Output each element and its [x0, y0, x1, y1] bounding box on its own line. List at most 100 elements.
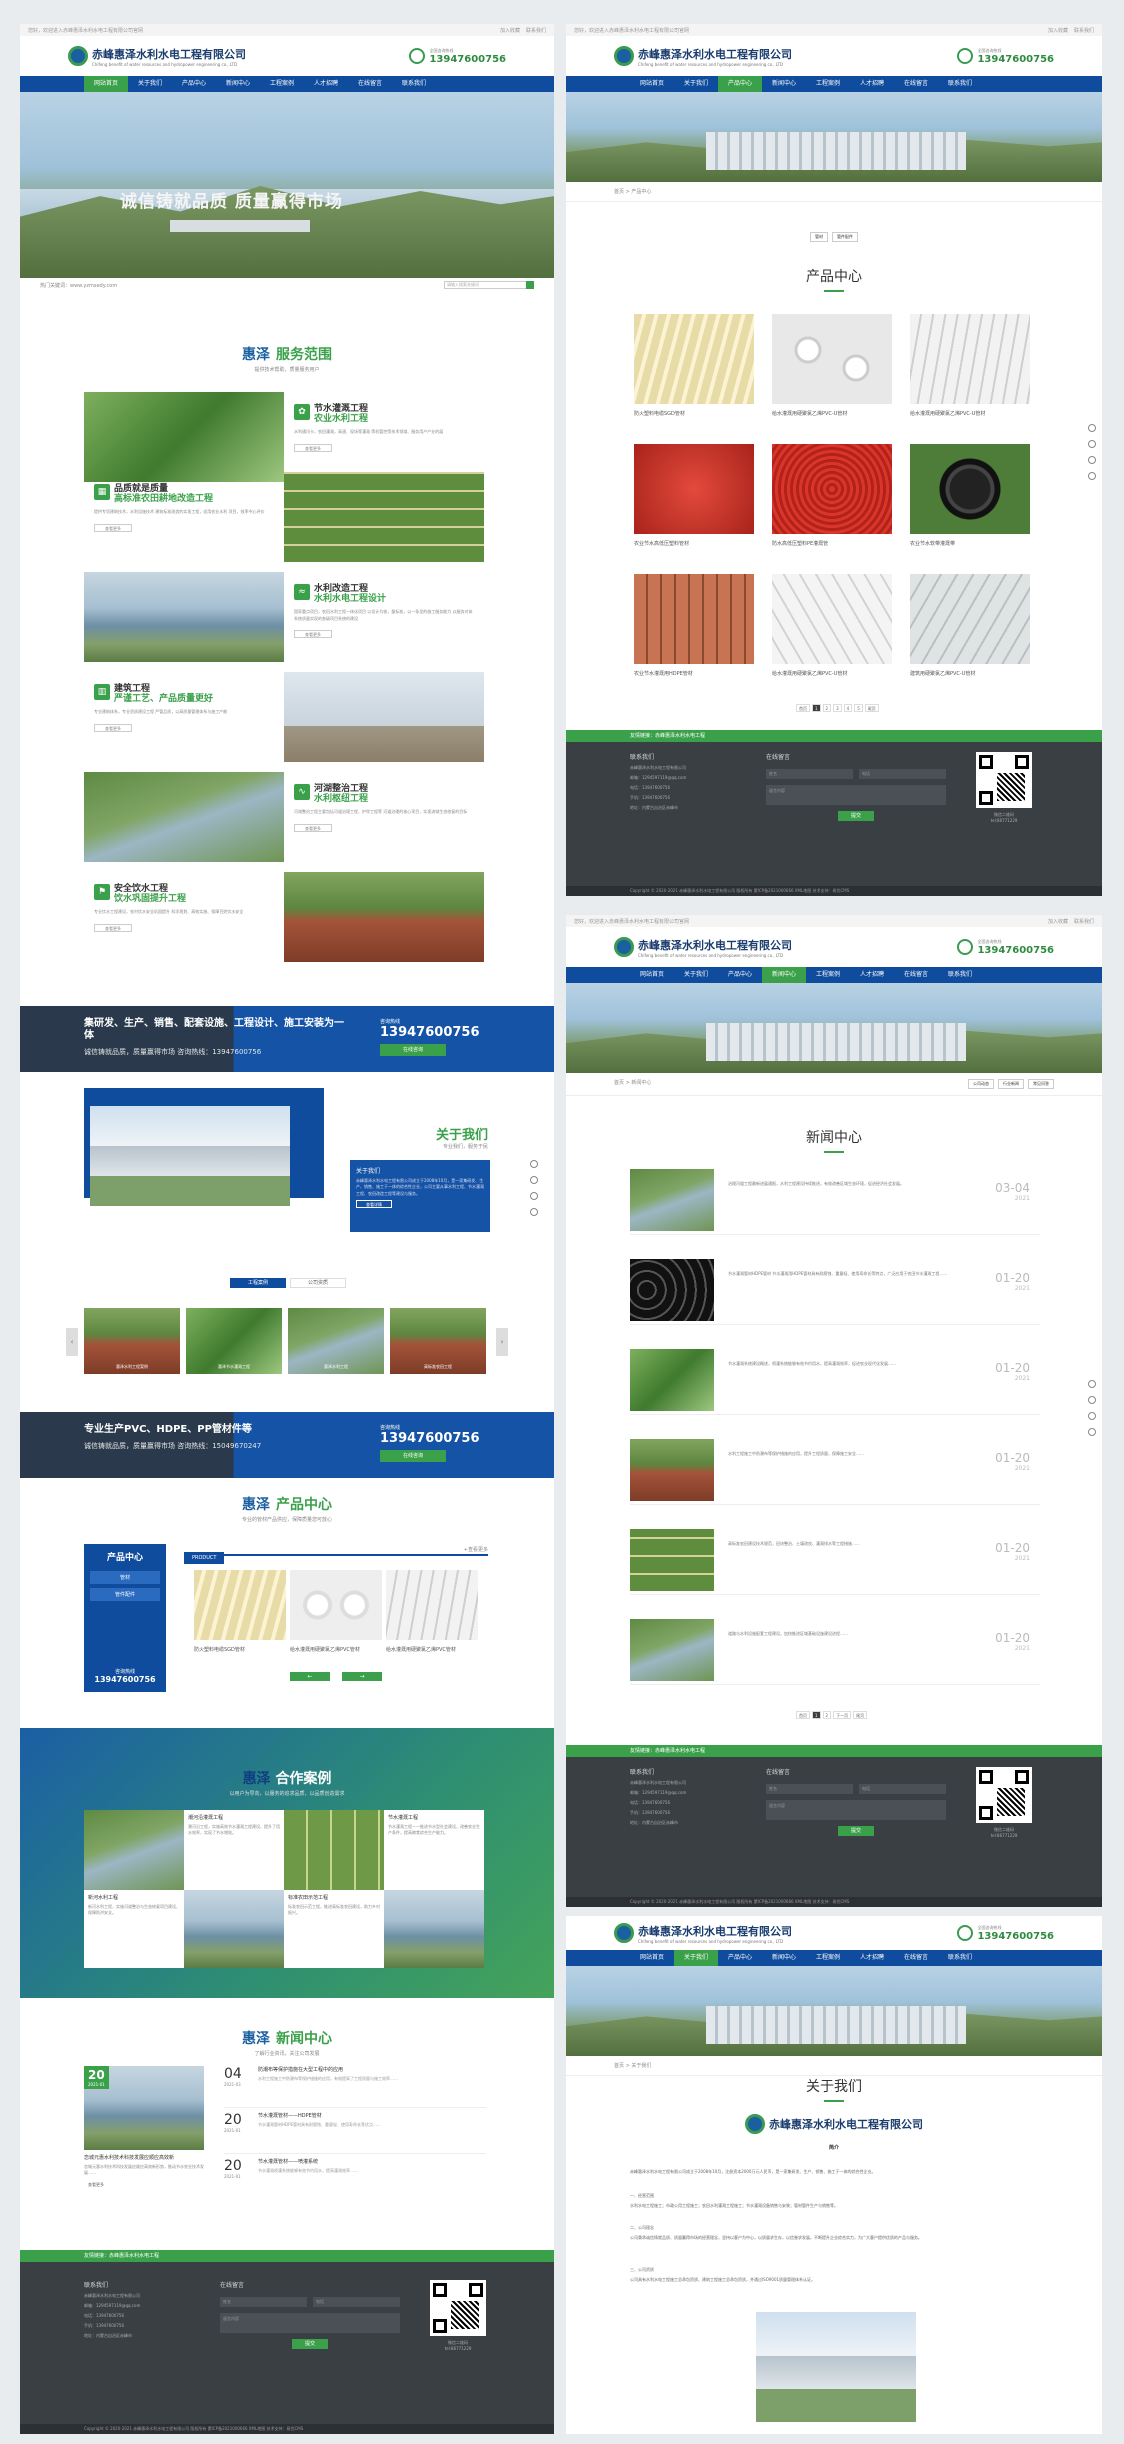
favorite-link[interactable]: 加入收藏 — [1048, 28, 1068, 34]
page-last[interactable]: 尾页 — [864, 704, 879, 712]
news-more-link[interactable]: 查看更多 — [88, 2182, 104, 2188]
more-button[interactable]: 查看更多 — [294, 823, 332, 832]
search-input[interactable]: 请输入搜索关键词 — [444, 281, 534, 289]
breadcrumb[interactable]: 首页 > 关于我们 — [566, 2056, 1102, 2076]
nav-message[interactable]: 在线留言 — [894, 1950, 938, 1966]
tag-faq[interactable]: 常见问答 — [1028, 1079, 1054, 1089]
nav-home[interactable]: 网站首页 — [630, 76, 674, 92]
top-float-icon[interactable] — [1088, 472, 1096, 480]
nav-home[interactable]: 网站首页 — [84, 76, 128, 92]
wechat-float-icon[interactable] — [1088, 456, 1096, 464]
product-prev-button[interactable]: ← — [290, 1672, 330, 1681]
nav-about[interactable]: 关于我们 — [674, 967, 718, 983]
case-image[interactable] — [84, 1810, 184, 1890]
product-more-link[interactable]: +查看更多 — [464, 1544, 488, 1556]
tab-qualification[interactable]: 公司资质 — [290, 1278, 346, 1288]
tag-pipes[interactable]: 管材 — [810, 232, 828, 242]
nav-contact[interactable]: 联系我们 — [938, 76, 982, 92]
product-card[interactable]: 农业节水高低压塑料管材 — [634, 444, 754, 547]
case-image[interactable] — [184, 1890, 284, 1968]
news-item[interactable]: 水利工程施工中防潮布等保护措施的应用，提升工程质量，保障施工安全…… 01-20 2… — [630, 1433, 1040, 1505]
product-card[interactable]: 给水灌溉用硬聚氯乙烯PVC-U管材 — [772, 314, 892, 417]
qq-float-icon[interactable] — [530, 1176, 538, 1184]
nav-news[interactable]: 新闻中心 — [216, 76, 260, 92]
top-float-icon[interactable] — [1088, 1428, 1096, 1436]
nav-jobs[interactable]: 人才招聘 — [304, 76, 348, 92]
case-thumb[interactable]: 惠泽水利工程案例 — [84, 1308, 180, 1374]
product-card[interactable]: 防水高低压塑料PE灌溉管 — [772, 444, 892, 547]
message-field[interactable]: 留言内容 — [766, 1800, 946, 1820]
case-thumb[interactable]: 惠泽水利工程 — [288, 1308, 384, 1374]
product-image[interactable] — [290, 1570, 382, 1640]
tag-fittings[interactable]: 管件配件 — [832, 232, 858, 242]
about-more-button[interactable]: 查看详情 — [356, 1200, 392, 1209]
news-list-item[interactable]: 20 2021-01 节水灌溉管材——HDPE管材 节水灌溉管材HDPE管材具有耐腐蚀… — [224, 2112, 486, 2154]
nav-about[interactable]: 关于我们 — [674, 1950, 718, 1966]
news-item[interactable]: 节水灌溉管材HDPE管材 节水灌溉用HDPE管材具有耐腐蚀、重量轻、使用寿命长等… — [630, 1253, 1040, 1325]
nav-message[interactable]: 在线留言 — [894, 76, 938, 92]
tab-cases[interactable]: 工程案例 — [230, 1278, 286, 1288]
consult-button[interactable]: 在线咨询 — [380, 1044, 446, 1056]
tag-company-news[interactable]: 公司动态 — [968, 1079, 994, 1089]
contact-link[interactable]: 联系我们 — [1074, 28, 1094, 34]
nav-contact[interactable]: 联系我们 — [938, 1950, 982, 1966]
case-card[interactable]: 标准农田示范工程 标准农田示范工程，推进高标准农田建设，助力乡村振兴。 — [288, 1894, 380, 1917]
page-1[interactable]: 1 — [812, 704, 821, 712]
breadcrumb[interactable]: 首页 > 新闻中心 — [614, 1079, 651, 1089]
name-field[interactable]: 姓名 — [220, 2297, 307, 2307]
name-field[interactable]: 姓名 — [766, 769, 853, 779]
page-4[interactable]: 4 — [843, 704, 853, 712]
case-card[interactable]: 节水灌溉工程 节水灌溉工程——推进节水型社会建设，改善农业生产条件，提高粮食综合生… — [388, 1814, 480, 1837]
case-card[interactable]: 潮河沿灌溉工程 潮河沿工程，实施高效节水灌溉工程建设，提升了用水效率，实现了节水增… — [188, 1814, 280, 1837]
page-3[interactable]: 3 — [833, 704, 842, 712]
qq-float-icon[interactable] — [1088, 440, 1096, 448]
friend-links[interactable]: 友情链接：赤峰惠泽水利水电工程 — [566, 730, 1102, 742]
logo[interactable]: 赤峰惠泽水利水电工程有限公司 Chifeng benefit of water r… — [614, 46, 792, 67]
product-image[interactable] — [386, 1570, 478, 1640]
carousel-prev-icon[interactable]: ‹ — [66, 1328, 78, 1356]
feature-title[interactable]: 恋城元惠水利技术科技发展应顺应高效新 — [84, 2154, 204, 2161]
product-image[interactable] — [194, 1570, 286, 1640]
more-button[interactable]: 查看更多 — [294, 630, 332, 639]
case-thumb[interactable]: 惠泽节水灌溉工程 — [186, 1308, 282, 1374]
phone-float-icon[interactable] — [1088, 1380, 1096, 1388]
logo[interactable]: 赤峰惠泽水利水电工程有限公司 Chifeng benefit of water r… — [614, 1923, 792, 1944]
product-card[interactable]: 给水灌溉用硬聚氯乙烯PVC-U管材 — [772, 574, 892, 677]
message-field[interactable]: 留言内容 — [766, 785, 946, 805]
contact-link[interactable]: 联系我们 — [1074, 919, 1094, 925]
name-field[interactable]: 姓名 — [766, 1784, 853, 1794]
nav-home[interactable]: 网站首页 — [630, 967, 674, 983]
qq-float-icon[interactable] — [1088, 1396, 1096, 1404]
phone-float-icon[interactable] — [530, 1160, 538, 1168]
product-card[interactable]: 防火塑料电缆SGD管材 — [634, 314, 754, 417]
nav-cases[interactable]: 工程案例 — [806, 967, 850, 983]
favorite-link[interactable]: 加入收藏 — [500, 28, 520, 34]
product-card[interactable]: 给水灌溉用硬聚氯乙烯PVC-U管材 — [910, 314, 1030, 417]
case-image[interactable] — [384, 1890, 484, 1968]
product-tab[interactable]: PRODUCT — [184, 1552, 225, 1564]
nav-cases[interactable]: 工程案例 — [806, 76, 850, 92]
wechat-float-icon[interactable] — [530, 1192, 538, 1200]
phone-field[interactable]: 电话 — [859, 1784, 946, 1794]
nav-about[interactable]: 关于我们 — [674, 76, 718, 92]
wechat-float-icon[interactable] — [1088, 1412, 1096, 1420]
more-button[interactable]: 查看更多 — [94, 723, 132, 732]
logo[interactable]: 赤峰惠泽水利水电工程有限公司 Chifeng benefit of water r… — [68, 46, 246, 67]
case-card[interactable]: 新河水利工程 新河水利工程，实施河道整治与生态修复项目建设，保障防洪安全。 — [88, 1894, 180, 1917]
nav-contact[interactable]: 联系我们 — [938, 967, 982, 983]
page-1[interactable]: 1 — [812, 1711, 821, 1719]
nav-news[interactable]: 新闻中心 — [762, 76, 806, 92]
nav-jobs[interactable]: 人才招聘 — [850, 76, 894, 92]
nav-products[interactable]: 产品中心 — [718, 1950, 762, 1966]
page-2[interactable]: 2 — [822, 1711, 832, 1719]
friend-links[interactable]: 友情链接：赤峰惠泽水利水电工程 — [20, 2250, 554, 2262]
page-last[interactable]: 尾页 — [853, 1711, 868, 1719]
phone-field[interactable]: 电话 — [859, 769, 946, 779]
phone-float-icon[interactable] — [1088, 424, 1096, 432]
page-5[interactable]: 5 — [854, 704, 863, 712]
page-first[interactable]: 首页 — [796, 704, 810, 712]
product-card[interactable]: 建筑用硬聚氯乙烯PVC-U管材 — [910, 574, 1030, 677]
logo[interactable]: 赤峰惠泽水利水电工程有限公司 Chifeng benefit of water r… — [614, 937, 792, 958]
phone-field[interactable]: 电话 — [313, 2297, 400, 2307]
nav-cases[interactable]: 工程案例 — [806, 1950, 850, 1966]
